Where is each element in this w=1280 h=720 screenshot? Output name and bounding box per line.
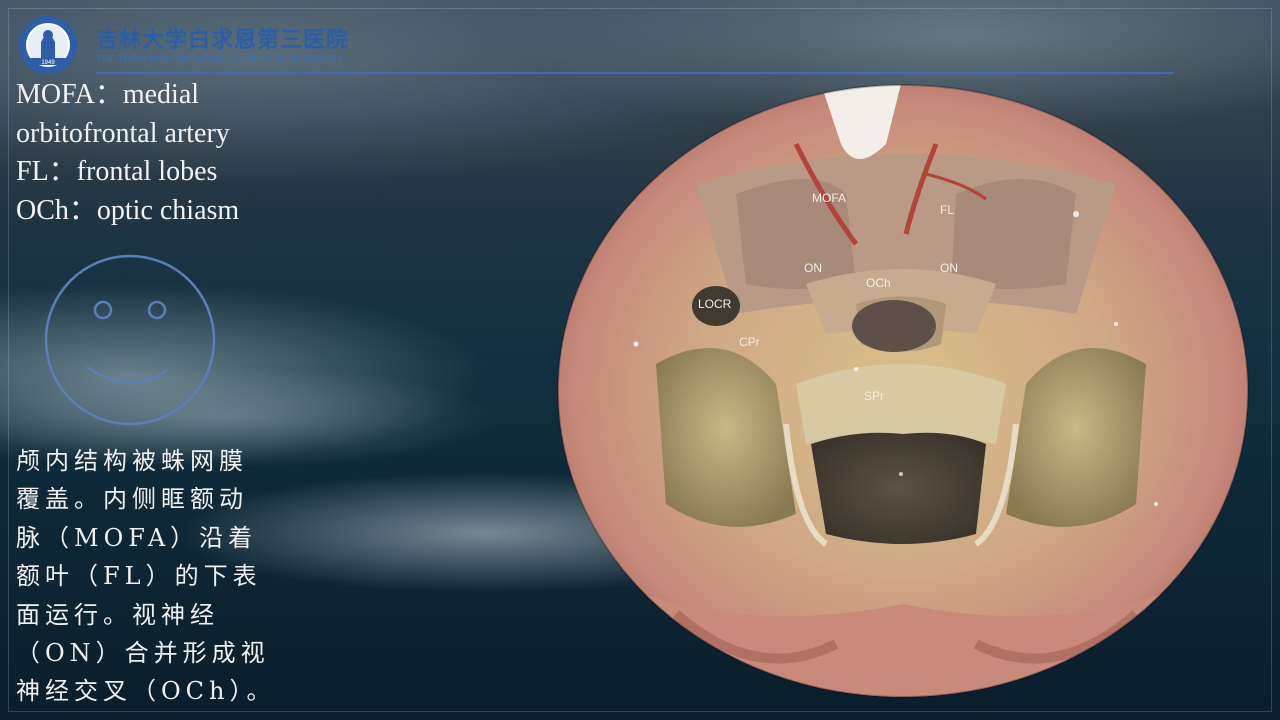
caption-line: （ON）合并形成视 — [16, 639, 270, 668]
label-on-right: ON — [940, 261, 958, 275]
logo-year-text: 1949 — [41, 60, 55, 66]
caption-line: 脉（MOFA）沿着 — [16, 523, 258, 552]
abbreviation-legend: MOFA：medial orbitofrontal artery FL：fron… — [16, 76, 286, 230]
caption-line: 颅内结构被蛛网膜 — [16, 447, 248, 475]
legend-line: OCh：optic chiasm — [16, 194, 240, 226]
label-on-left: ON — [804, 261, 822, 275]
endoscopic-view: MOFA FL ON OCh ON LOCR CPr SPr — [557, 84, 1249, 698]
hospital-name-cn: 吉林大学白求恩第三医院 — [96, 27, 350, 53]
legend-line: orbitofrontal artery — [16, 117, 230, 149]
endoscopic-image: MOFA FL ON OCh ON LOCR CPr SPr — [556, 84, 1250, 698]
chinese-caption: 颅内结构被蛛网膜 覆盖。内侧眶额动 脉（MOFA）沿着 额叶（FL）的下表 面运… — [16, 442, 294, 711]
header-divider — [96, 72, 1174, 74]
label-locr: LOCR — [698, 297, 732, 311]
caption-line: 神经交叉（OCh）。 — [16, 677, 276, 706]
label-cpr: CPr — [739, 335, 760, 349]
label-mofa: MOFA — [812, 191, 846, 205]
legend-line: FL：frontal lobes — [16, 156, 218, 187]
label-och: OCh — [866, 276, 891, 290]
caption-line: 覆盖。内侧眶额动 — [16, 485, 248, 514]
label-spr: SPr — [864, 389, 884, 403]
smiley-face-icon — [44, 254, 216, 426]
caption-line: 额叶（FL）的下表 — [16, 562, 262, 591]
hospital-logo-icon: 1949 — [19, 16, 77, 74]
label-fl: FL — [940, 203, 954, 217]
hospital-name-en: THE THIRD BETHUNE HOSPITAL OF JILIN UNIV… — [96, 54, 344, 65]
legend-line: MOFA：medial — [16, 79, 200, 110]
caption-line: 面运行。视神经 — [16, 600, 219, 629]
